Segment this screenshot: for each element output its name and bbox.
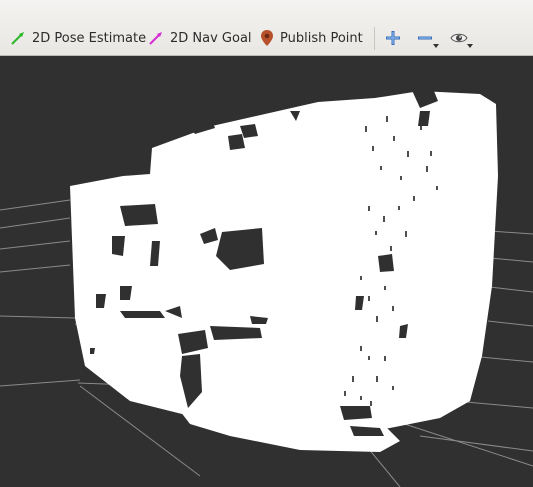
- magenta-arrow-icon: [149, 32, 162, 45]
- tool-toolbar: 2D Pose Estimate 2D Nav Goal Publish Poi…: [0, 0, 533, 56]
- view-options-button[interactable]: [445, 26, 473, 50]
- remove-tool-button[interactable]: [411, 26, 439, 50]
- plus-icon: [386, 31, 400, 45]
- publish-point-tool[interactable]: Publish Point: [260, 24, 363, 52]
- chevron-down-icon: [467, 44, 473, 48]
- pose-estimate-tool[interactable]: 2D Pose Estimate: [10, 24, 146, 52]
- chevron-down-icon: [433, 44, 439, 48]
- toolbar-separator: [374, 27, 375, 50]
- pose-estimate-label: 2D Pose Estimate: [32, 30, 147, 46]
- point-cloud-render: [0, 56, 533, 487]
- nav-goal-tool[interactable]: 2D Nav Goal: [148, 24, 252, 52]
- 3d-viewport[interactable]: [0, 56, 533, 487]
- map-pin-icon: [261, 30, 273, 46]
- eye-icon: [450, 33, 468, 43]
- minus-icon: [418, 36, 432, 40]
- green-arrow-icon: [11, 32, 24, 45]
- publish-point-label: Publish Point: [280, 30, 363, 46]
- add-tool-button[interactable]: [379, 26, 407, 50]
- nav-goal-label: 2D Nav Goal: [170, 30, 252, 46]
